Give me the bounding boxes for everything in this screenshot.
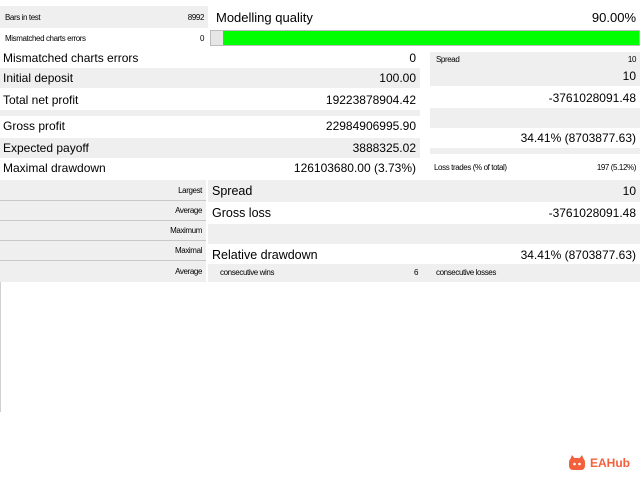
right-value-1: 10: [430, 66, 640, 86]
average-label-2: Average: [175, 266, 202, 276]
consecutive-losses-label: consecutive losses: [436, 267, 496, 277]
modelling-quality-bar: [210, 30, 640, 46]
gross-loss-value: -3761028091.48: [548, 206, 636, 220]
maximal-label: Maximal: [175, 245, 202, 255]
largest-label: Largest: [178, 185, 202, 195]
initial-deposit-value: 100.00: [379, 71, 416, 85]
mismatched-value: 0: [409, 51, 416, 65]
right-value-2: -3761028091.48: [430, 88, 640, 108]
right-empty-band: [430, 148, 640, 154]
empty-gray-row: [208, 224, 640, 244]
expected-payoff-value: 3888325.02: [352, 141, 416, 155]
right-value-3: 34.41% (8703877.63): [430, 128, 640, 148]
maximal-drawdown-value: 126103680.00 (3.73%): [293, 161, 416, 175]
right-empty-row: [430, 108, 640, 128]
modelling-quality-bar-fill: [223, 31, 639, 45]
consecutive-wins-value: 6: [413, 267, 418, 277]
modelling-quality-value: 90.00%: [591, 9, 636, 25]
watermark-text: EAHub: [590, 456, 630, 470]
average-label-1: Average: [175, 205, 202, 215]
eahub-watermark: EAHub: [568, 452, 640, 474]
bars-in-test-label: Bars in test: [5, 12, 41, 22]
left-edge-line: [0, 282, 1, 412]
spread-small-value: 10: [627, 54, 637, 64]
spread-value: 10: [622, 184, 636, 198]
mismatched-small-value: 0: [199, 33, 204, 43]
relative-drawdown-value: 34.41% (8703877.63): [520, 248, 636, 262]
loss-trades-small-value: 197 (5.12%): [596, 162, 637, 172]
consecutive-wins-label: consecutive wins: [220, 267, 275, 277]
consecutive-losses-value: [560, 264, 640, 280]
modelling-quality-label: Modelling quality: [212, 6, 512, 28]
total-net-profit-value: 19223878904.42: [325, 93, 416, 107]
loss-trades-small-label: Loss trades (% of total): [434, 158, 554, 176]
spread-small-label: Spread: [436, 54, 460, 64]
maximum-label: Maximum: [170, 225, 202, 235]
gross-profit-value: 22984906995.90: [325, 119, 416, 133]
mismatched-small-label: Mismatched charts errors: [5, 33, 86, 43]
cat-face-icon: [569, 455, 585, 470]
bars-in-test-value: 8992: [187, 12, 205, 22]
